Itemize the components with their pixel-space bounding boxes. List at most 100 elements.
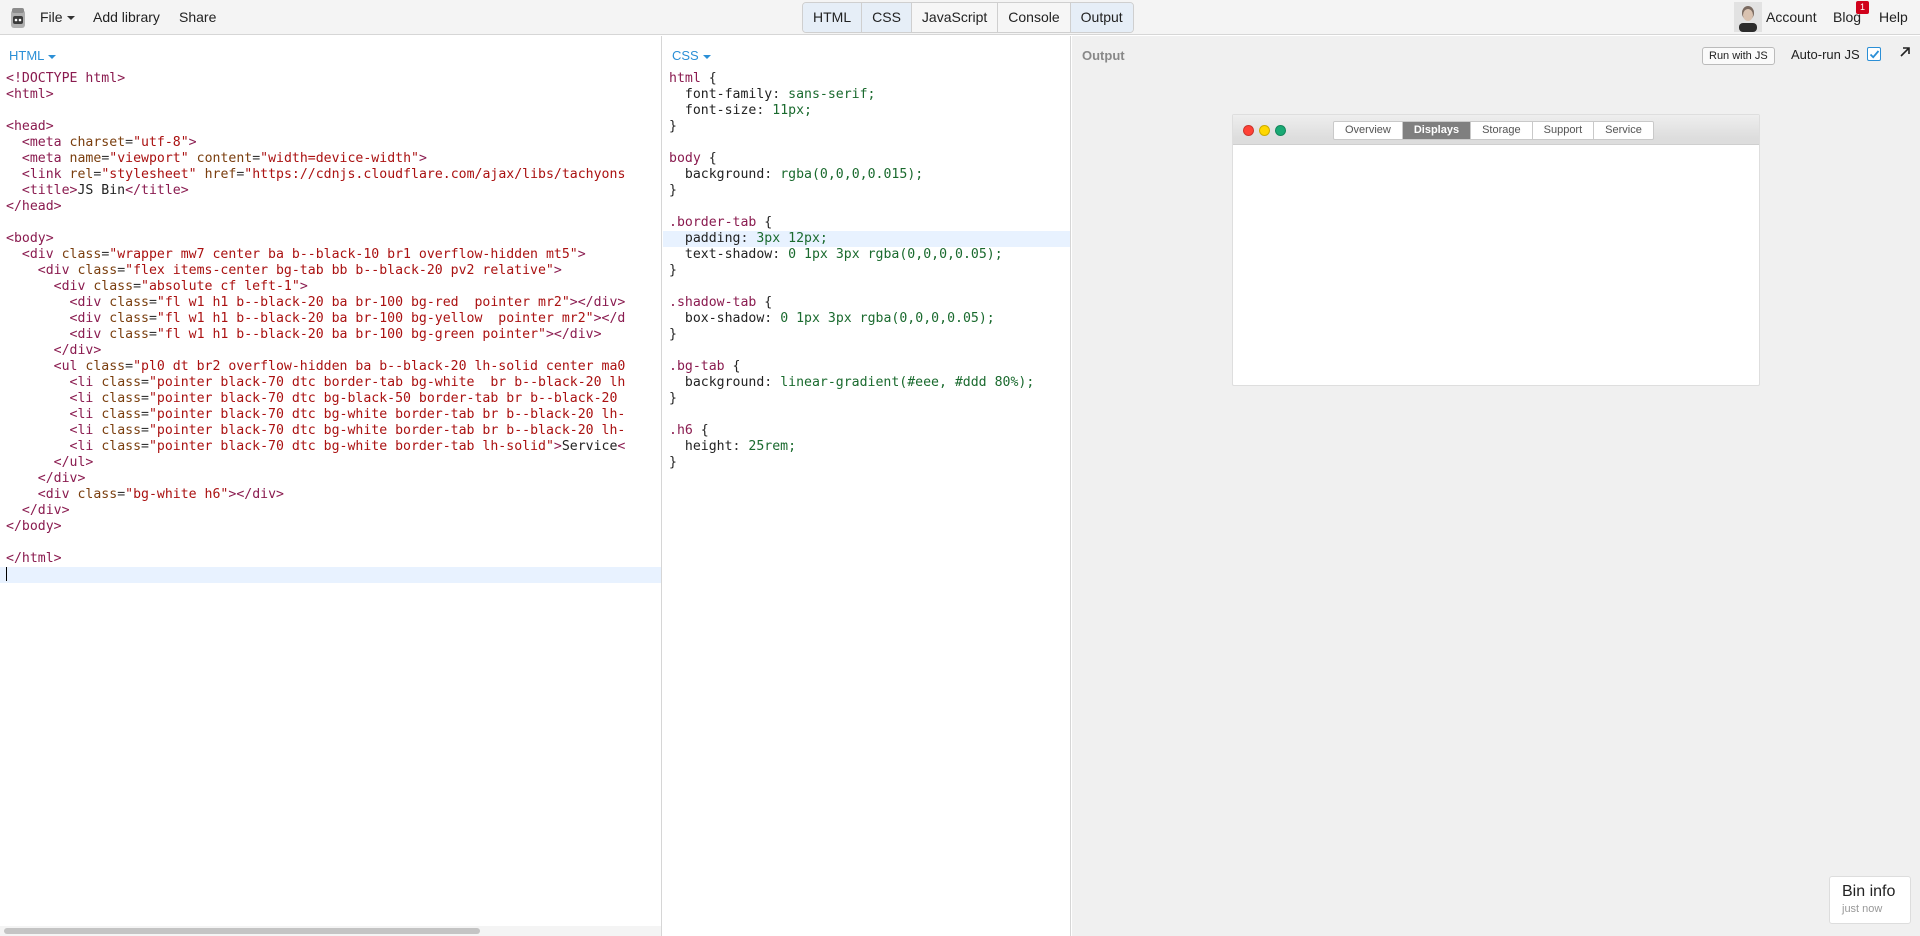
- code-line[interactable]: <link rel="stylesheet" href="https://cdn…: [0, 167, 661, 183]
- code-line[interactable]: </div>: [0, 503, 661, 519]
- rendered-output-window: Overview Displays Storage Support Servic…: [1232, 114, 1760, 386]
- code-line[interactable]: height: 25rem;: [663, 439, 1070, 455]
- code-line[interactable]: <meta charset="utf-8">: [0, 135, 661, 151]
- code-line[interactable]: [663, 199, 1070, 215]
- code-line[interactable]: text-shadow: 0 1px 3px rgba(0,0,0,0.05);: [663, 247, 1070, 263]
- avatar[interactable]: [1734, 2, 1762, 32]
- code-line[interactable]: [663, 135, 1070, 151]
- yellow-dot-icon[interactable]: [1259, 125, 1270, 136]
- html-panel-label-text: HTML: [9, 48, 45, 63]
- code-line[interactable]: }: [663, 455, 1070, 471]
- css-code-editor[interactable]: html { font-family: sans-serif; font-siz…: [663, 71, 1070, 471]
- code-line[interactable]: background: linear-gradient(#eee, #ddd 8…: [663, 375, 1070, 391]
- code-line[interactable]: box-shadow: 0 1px 3px rgba(0,0,0,0.05);: [663, 311, 1070, 327]
- code-line[interactable]: [0, 567, 661, 583]
- green-dot-icon[interactable]: [1275, 125, 1286, 136]
- tab-support[interactable]: Support: [1532, 122, 1595, 139]
- account-menu[interactable]: Account: [1766, 9, 1817, 25]
- code-line[interactable]: background: rgba(0,0,0,0.015);: [663, 167, 1070, 183]
- output-panel-label: Output: [1082, 48, 1125, 63]
- code-line[interactable]: <body>: [0, 231, 661, 247]
- code-line[interactable]: [663, 343, 1070, 359]
- file-menu[interactable]: File: [40, 9, 75, 25]
- chevron-down-icon: [66, 16, 75, 21]
- code-line[interactable]: </div>: [0, 343, 661, 359]
- code-line[interactable]: }: [663, 183, 1070, 199]
- toggle-css[interactable]: CSS: [862, 3, 912, 32]
- scrollbar-thumb[interactable]: [4, 928, 480, 934]
- css-panel-label-text: CSS: [672, 48, 699, 63]
- code-line[interactable]: }: [663, 119, 1070, 135]
- html-editor-panel: HTML <!DOCTYPE html> <html> <head> <meta c…: [0, 36, 662, 936]
- code-line[interactable]: <div class="fl w1 h1 b--black-20 ba br-1…: [0, 327, 661, 343]
- code-line[interactable]: <ul class="pl0 dt br2 overflow-hidden ba…: [0, 359, 661, 375]
- code-line[interactable]: .h6 {: [663, 423, 1070, 439]
- toggle-html[interactable]: HTML: [803, 3, 863, 32]
- code-line[interactable]: <!DOCTYPE html>: [0, 71, 661, 87]
- chevron-down-icon: [702, 54, 711, 59]
- code-line[interactable]: <div class="fl w1 h1 b--black-20 ba br-1…: [0, 295, 661, 311]
- horizontal-scrollbar[interactable]: [0, 926, 661, 936]
- code-line[interactable]: <div class="flex items-center bg-tab bb …: [0, 263, 661, 279]
- tab-service[interactable]: Service: [1594, 122, 1653, 139]
- blog-notification-badge: 1: [1856, 1, 1869, 14]
- code-line[interactable]: <div class="wrapper mw7 center ba b--bla…: [0, 247, 661, 263]
- code-line[interactable]: <meta name="viewport" content="width=dev…: [0, 151, 661, 167]
- html-panel-label[interactable]: HTML: [9, 48, 57, 63]
- code-line[interactable]: </html>: [0, 551, 661, 567]
- code-line[interactable]: <li class="pointer black-70 dtc bg-black…: [0, 391, 661, 407]
- code-line[interactable]: }: [663, 391, 1070, 407]
- code-line[interactable]: font-size: 11px;: [663, 103, 1070, 119]
- autorun-checkbox[interactable]: [1867, 47, 1881, 61]
- output-panel: Output Run with JS Auto-run JS Overview …: [1072, 36, 1920, 936]
- code-line[interactable]: <div class="fl w1 h1 b--black-20 ba br-1…: [0, 311, 661, 327]
- code-line[interactable]: body {: [663, 151, 1070, 167]
- code-line[interactable]: [0, 535, 661, 551]
- code-line[interactable]: <li class="pointer black-70 dtc bg-white…: [0, 439, 661, 455]
- code-line[interactable]: <div class="bg-white h6"></div>: [0, 487, 661, 503]
- share-menu[interactable]: Share: [179, 9, 216, 25]
- code-line[interactable]: </head>: [0, 199, 661, 215]
- code-line[interactable]: font-family: sans-serif;: [663, 87, 1070, 103]
- code-line[interactable]: <li class="pointer black-70 dtc border-t…: [0, 375, 661, 391]
- css-panel-label[interactable]: CSS: [672, 48, 711, 63]
- code-line[interactable]: <head>: [0, 119, 661, 135]
- html-code-editor[interactable]: <!DOCTYPE html> <html> <head> <meta charse…: [0, 71, 661, 583]
- code-line[interactable]: .shadow-tab {: [663, 295, 1070, 311]
- toggle-output[interactable]: Output: [1070, 3, 1133, 32]
- code-line[interactable]: <li class="pointer black-70 dtc bg-white…: [0, 407, 661, 423]
- code-line[interactable]: padding: 3px 12px;: [663, 231, 1070, 247]
- tab-storage[interactable]: Storage: [1471, 122, 1533, 139]
- code-line[interactable]: </body>: [0, 519, 661, 535]
- autorun-label: Auto-run JS: [1791, 47, 1860, 62]
- add-library-menu[interactable]: Add library: [93, 9, 160, 25]
- code-line[interactable]: }: [663, 263, 1070, 279]
- css-editor-panel: CSS html { font-family: sans-serif; font…: [663, 36, 1071, 936]
- code-line[interactable]: <div class="absolute cf left-1">: [0, 279, 661, 295]
- code-line[interactable]: [0, 215, 661, 231]
- code-line[interactable]: </ul>: [0, 455, 661, 471]
- help-menu[interactable]: Help: [1879, 9, 1908, 25]
- bin-info-box[interactable]: Bin info just now: [1829, 876, 1911, 924]
- code-line[interactable]: .border-tab {: [663, 215, 1070, 231]
- chevron-down-icon: [48, 54, 57, 59]
- code-line[interactable]: <title>JS Bin</title>: [0, 183, 661, 199]
- code-line[interactable]: .bg-tab {: [663, 359, 1070, 375]
- code-line[interactable]: <li class="pointer black-70 dtc bg-white…: [0, 423, 661, 439]
- expand-arrow-icon[interactable]: [1898, 45, 1912, 59]
- toggle-javascript[interactable]: JavaScript: [911, 3, 999, 32]
- run-with-js-button[interactable]: Run with JS: [1702, 47, 1775, 65]
- code-line[interactable]: [0, 103, 661, 119]
- code-line[interactable]: html {: [663, 71, 1070, 87]
- code-line[interactable]: [663, 407, 1070, 423]
- code-line[interactable]: </div>: [0, 471, 661, 487]
- toggle-console[interactable]: Console: [998, 3, 1071, 32]
- tab-displays[interactable]: Displays: [1402, 122, 1472, 139]
- red-dot-icon[interactable]: [1243, 125, 1254, 136]
- jsbin-logo-icon[interactable]: [9, 6, 27, 30]
- code-line[interactable]: [663, 279, 1070, 295]
- code-line[interactable]: <html>: [0, 87, 661, 103]
- code-line[interactable]: }: [663, 327, 1070, 343]
- tab-overview[interactable]: Overview: [1334, 122, 1403, 139]
- panel-toggle-group: HTML CSS JavaScript Console Output: [802, 2, 1134, 33]
